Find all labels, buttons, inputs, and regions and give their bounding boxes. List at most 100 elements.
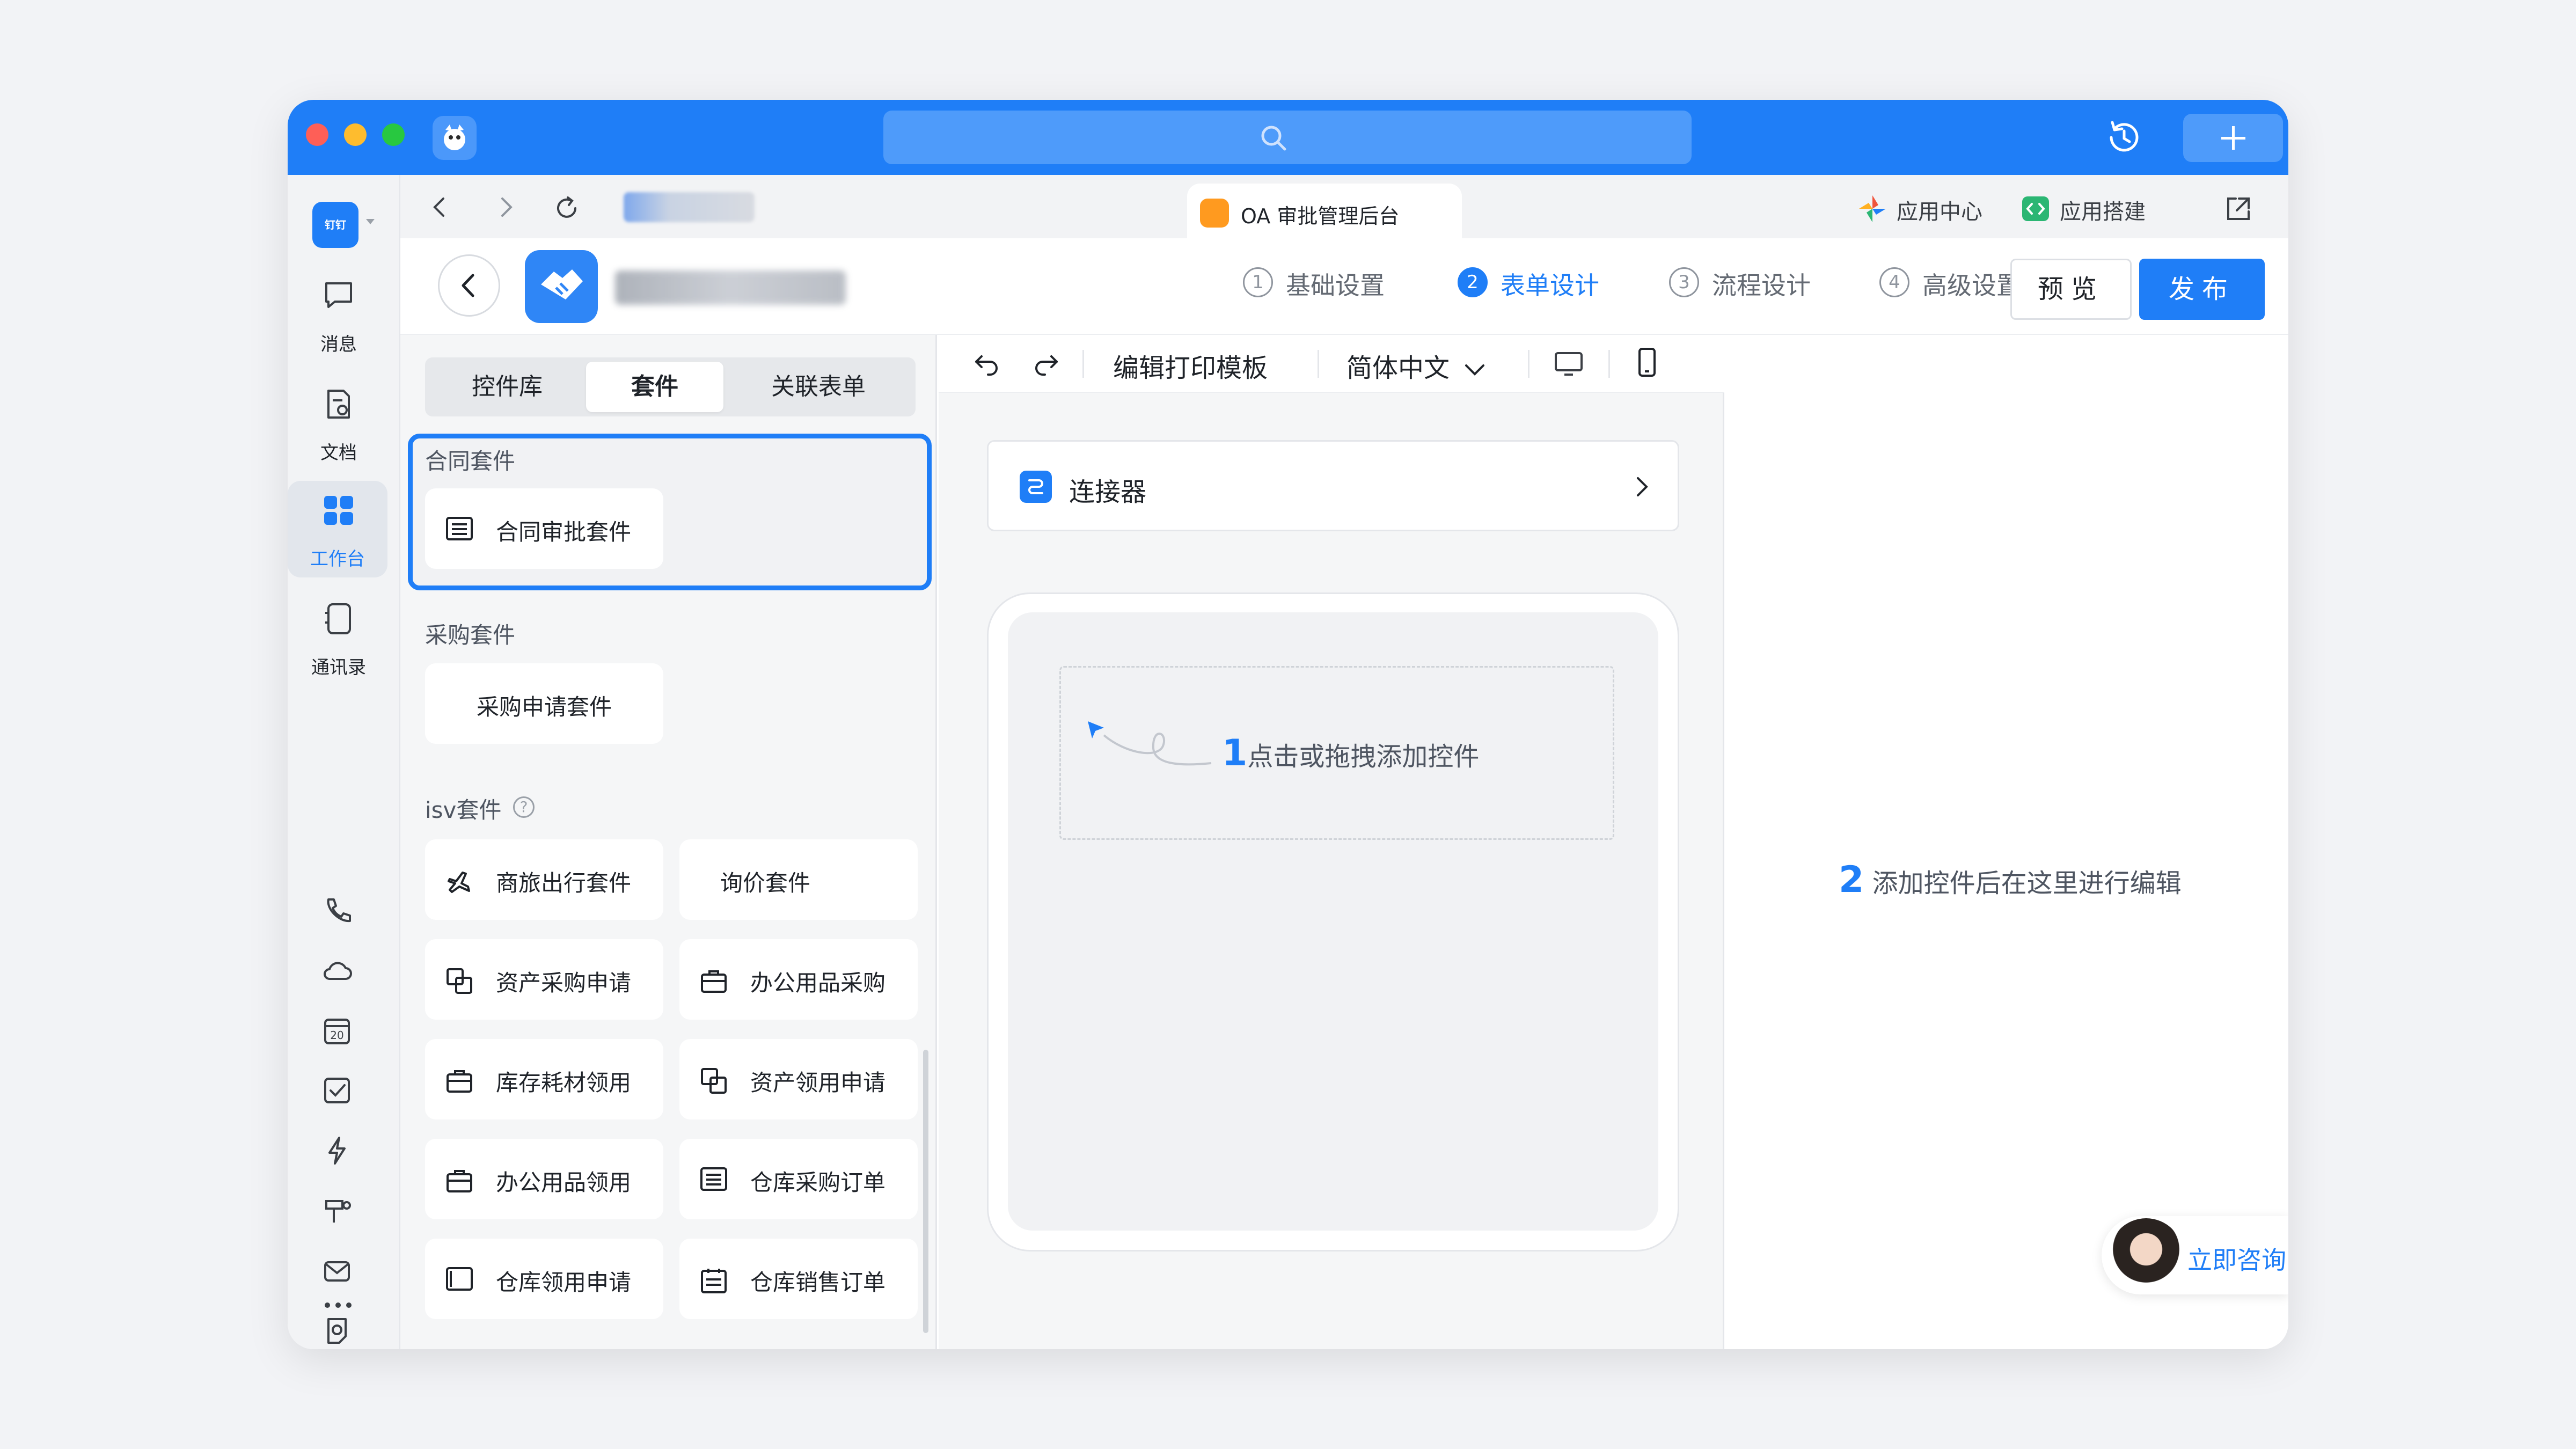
tab-oa-approval[interactable]: OA 审批管理后台 (1187, 184, 1462, 238)
connector-label: 连接器 (1069, 477, 1147, 507)
segment-related-forms[interactable]: 关联表单 (726, 362, 911, 412)
rail-label: 消息 (320, 334, 357, 355)
kit-office-supplies-purchase[interactable]: 办公用品采购 (679, 939, 918, 1020)
document-icon (327, 390, 350, 419)
segment-kits[interactable]: 套件 (586, 362, 723, 412)
section-title: 合同套件 (425, 448, 516, 474)
lightning-icon[interactable] (321, 1135, 353, 1167)
kit-purchase-request[interactable]: 采购申请套件 (425, 663, 663, 744)
calendar-list-icon (701, 1269, 727, 1293)
rail-label: 通讯录 (311, 657, 366, 678)
step-number: 1 (1243, 267, 1273, 297)
drop-zone-hint: 1点击或拖拽添加控件 (1222, 732, 1479, 774)
rail-item-workbench[interactable]: 工作台 (288, 481, 387, 577)
drag-cursor-icon (1088, 721, 1212, 766)
history-icon[interactable] (2102, 115, 2147, 160)
kit-label: 仓库采购订单 (750, 1169, 886, 1196)
notes-icon[interactable] (321, 1315, 353, 1347)
dingtalk-logo[interactable]: 钉钉 (312, 202, 358, 248)
more-icon[interactable] (322, 1300, 354, 1311)
kit-asset-requisition[interactable]: 资产领用申请 (679, 1039, 918, 1119)
airplane-icon (448, 872, 470, 893)
kit-asset-purchase[interactable]: 资产采购申请 (425, 939, 663, 1020)
kit-warehouse-requisition[interactable]: 仓库领用申请 (425, 1239, 663, 1319)
segment-controls[interactable]: 控件库 (429, 362, 585, 412)
kit-label: 采购申请套件 (476, 694, 612, 720)
copy-icon (701, 1068, 727, 1094)
kit-business-travel[interactable]: 商旅出行套件 (425, 839, 663, 920)
kit-label: 办公用品采购 (750, 970, 886, 996)
copy-icon (447, 968, 472, 994)
mini-app-icon[interactable] (321, 1195, 353, 1227)
consultant-avatar (2109, 1218, 2183, 1292)
briefcase-icon (447, 1170, 472, 1192)
handshake-icon (525, 250, 598, 323)
rail-item-docs[interactable]: 文档 (288, 375, 390, 471)
toolbar-divider (1608, 350, 1610, 378)
rail-label: 文档 (320, 442, 357, 464)
app-center-label: 应用中心 (1897, 200, 1982, 224)
rail-item-messages[interactable]: 消息 (288, 266, 390, 363)
workbench-icon (324, 496, 353, 525)
phone-icon[interactable] (321, 894, 353, 926)
calendar-icon[interactable]: 20 (321, 1014, 353, 1046)
forward-arrow-icon[interactable] (492, 193, 519, 221)
mobile-icon[interactable] (1634, 346, 1660, 380)
toolbar-divider (1318, 350, 1319, 378)
todo-icon[interactable] (321, 1074, 353, 1107)
mail-icon[interactable] (321, 1255, 353, 1287)
help-icon[interactable]: ? (513, 796, 535, 818)
editor-header: 1 基础设置 2 表单设计 3 流程设计 4 高级设置 预览 发布 (400, 238, 2288, 335)
refresh-icon[interactable] (552, 193, 582, 223)
step-label: 高级设置 (1922, 271, 2021, 300)
list-icon (700, 1167, 727, 1191)
global-search-bar[interactable] (883, 111, 1692, 164)
kit-label: 合同审批套件 (496, 519, 632, 545)
panel-scrollbar[interactable] (923, 1050, 928, 1333)
rail-item-contacts[interactable]: 通讯录 (288, 589, 390, 686)
kit-label: 询价套件 (720, 870, 811, 896)
connector-row[interactable]: 连接器 (987, 440, 1679, 531)
close-window-button[interactable] (306, 123, 328, 146)
kit-contract-approval[interactable]: 合同审批套件 (425, 488, 663, 569)
contacts-icon (325, 603, 351, 634)
cloud-icon[interactable] (321, 954, 353, 986)
list-icon (446, 517, 473, 540)
step-label: 基础设置 (1286, 271, 1385, 300)
blurred-tab[interactable] (624, 192, 755, 222)
user-avatar[interactable] (433, 116, 477, 160)
rail-label: 工作台 (310, 548, 365, 570)
kit-warehouse-sales-order[interactable]: 仓库销售订单 (679, 1239, 918, 1319)
control-drop-zone[interactable]: 1点击或拖拽添加控件 (1059, 666, 1614, 840)
chevron-down-icon (1465, 364, 1485, 376)
back-button[interactable] (438, 254, 500, 317)
kit-office-supplies-requisition[interactable]: 办公用品领用 (425, 1139, 663, 1219)
kit-warehouse-purchase-order[interactable]: 仓库采购订单 (679, 1139, 918, 1219)
consult-button[interactable]: 立即咨询 (2102, 1216, 2288, 1294)
step-number: 2 (1458, 267, 1488, 297)
chevron-right-icon (1637, 477, 1648, 496)
chevron-down-icon[interactable] (366, 219, 375, 224)
minimize-window-button[interactable] (344, 123, 367, 146)
kit-label: 资产领用申请 (750, 1070, 886, 1096)
maximize-window-button[interactable] (382, 123, 405, 146)
kit-inquiry[interactable]: 询价套件 (679, 839, 918, 920)
desktop-icon[interactable] (1553, 349, 1585, 379)
redo-icon[interactable] (1031, 349, 1061, 379)
step-label: 流程设计 (1712, 271, 1811, 300)
briefcase-icon (701, 970, 727, 993)
hint-text: 添加控件后在这里进行编辑 (1872, 868, 2182, 898)
kit-inventory-consumables[interactable]: 库存耗材领用 (425, 1039, 663, 1119)
plus-icon[interactable] (2183, 114, 2283, 162)
back-arrow-icon[interactable] (426, 193, 454, 221)
open-external-icon[interactable] (2223, 193, 2254, 224)
language-select[interactable]: 简体中文 (1346, 347, 1487, 384)
app-center-icon (1859, 195, 1886, 222)
kit-label: 商旅出行套件 (496, 870, 632, 896)
form-canvas: 编辑打印模板 简体中文 连接器 1点击或拖拽添加控件 (939, 335, 1724, 1349)
approval-app-icon (1200, 199, 1229, 228)
publish-button[interactable]: 发布 (2139, 259, 2265, 320)
undo-icon[interactable] (972, 349, 1002, 379)
preview-button[interactable]: 预览 (2010, 259, 2132, 320)
edit-print-template-button[interactable]: 编辑打印模板 (1113, 347, 1268, 384)
